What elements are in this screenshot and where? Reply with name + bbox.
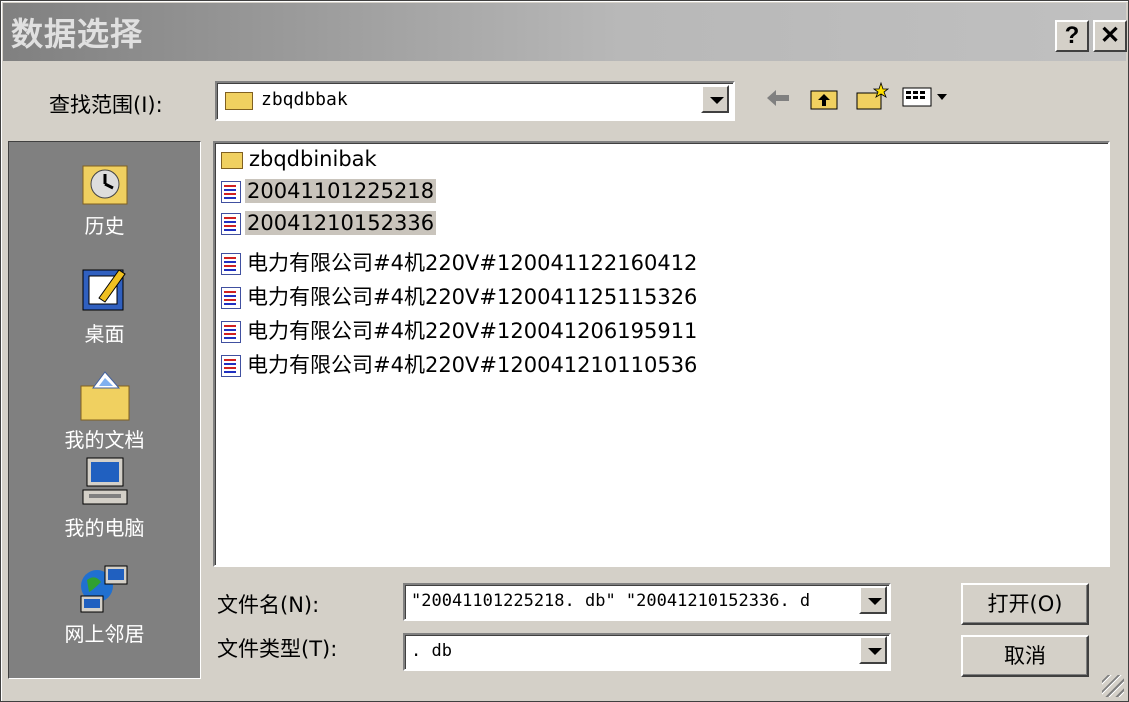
data-file-icon xyxy=(221,213,241,235)
look-in-label: 查找范围(I): xyxy=(49,93,163,117)
data-file-icon xyxy=(221,253,241,275)
file-name: zbqdbinibak xyxy=(249,147,377,171)
file-name-dropdown-button[interactable] xyxy=(859,586,887,614)
folder-up-icon[interactable] xyxy=(809,83,839,111)
place-my-computer-label: 我的电脑 xyxy=(64,516,145,540)
place-desktop[interactable]: 桌面 xyxy=(9,260,200,347)
history-icon xyxy=(75,152,135,210)
new-folder-icon[interactable] xyxy=(855,81,889,111)
list-item[interactable]: 电力有限公司#4机220V#120041206195911 xyxy=(221,315,699,343)
file-list[interactable]: zbqdbinibak 20041101225218 2004121015233… xyxy=(213,141,1110,567)
place-history[interactable]: 历史 xyxy=(9,152,200,239)
place-my-documents-label: 我的文档 xyxy=(64,428,145,452)
network-neighborhood-icon xyxy=(75,560,135,618)
list-item[interactable]: 20041101225218 xyxy=(221,179,437,207)
data-file-icon xyxy=(221,355,241,377)
data-file-icon xyxy=(221,181,241,203)
open-button[interactable]: 打开(O) xyxy=(961,583,1089,625)
folder-icon xyxy=(221,151,243,169)
place-network[interactable]: 网上邻居 xyxy=(9,560,200,647)
file-open-dialog: 数据选择 ? ✕ 查找范围(I): zbqdbbak 历史 桌面 我的文档 我的… xyxy=(0,0,1129,702)
data-file-icon xyxy=(221,287,241,309)
file-type-value: . db xyxy=(411,641,452,661)
my-documents-icon xyxy=(75,366,135,424)
desktop-icon xyxy=(75,260,135,318)
view-menu-icon[interactable] xyxy=(901,85,951,109)
file-name: 电力有限公司#4机220V#120041210110536 xyxy=(247,353,698,377)
my-computer-icon xyxy=(75,454,135,512)
place-network-label: 网上邻居 xyxy=(64,622,145,646)
place-my-computer[interactable]: 我的电脑 xyxy=(9,454,200,541)
help-button[interactable]: ? xyxy=(1055,20,1089,52)
file-type-label: 文件类型(T): xyxy=(217,637,338,661)
place-history-label: 历史 xyxy=(84,214,125,238)
file-name-label: 文件名(N): xyxy=(217,593,320,617)
place-desktop-label: 桌面 xyxy=(84,322,125,346)
file-name-combo[interactable]: "20041101225218. db" "20041210152336. d xyxy=(403,583,891,621)
back-arrow-icon[interactable] xyxy=(765,87,791,109)
place-my-documents[interactable]: 我的文档 xyxy=(9,366,200,453)
look-in-dropdown-button[interactable] xyxy=(701,85,729,113)
places-bar: 历史 桌面 我的文档 我的电脑 网上邻居 xyxy=(8,141,201,679)
folder-open-icon xyxy=(225,92,253,110)
file-type-dropdown-button[interactable] xyxy=(859,636,887,664)
file-name: 电力有限公司#4机220V#120041122160412 xyxy=(247,251,698,275)
list-item[interactable]: 20041210152336 xyxy=(221,211,437,239)
file-name: 20041210152336 xyxy=(245,211,437,235)
list-item[interactable]: 电力有限公司#4机220V#120041122160412 xyxy=(221,247,699,275)
look-in-combo[interactable]: zbqdbbak xyxy=(215,81,735,121)
file-type-combo[interactable]: . db xyxy=(403,633,891,671)
dialog-title: 数据选择 xyxy=(11,15,144,53)
file-name: 电力有限公司#4机220V#120041125115326 xyxy=(247,285,698,309)
list-item[interactable]: zbqdbinibak xyxy=(221,147,379,175)
data-file-icon xyxy=(221,321,241,343)
list-item[interactable]: 电力有限公司#4机220V#120041125115326 xyxy=(221,281,699,309)
resize-grip[interactable] xyxy=(1102,675,1124,697)
title-bar[interactable]: 数据选择 ? ✕ xyxy=(3,3,1127,61)
list-item[interactable]: 电力有限公司#4机220V#120041210110536 xyxy=(221,349,699,377)
close-button[interactable]: ✕ xyxy=(1093,20,1127,52)
file-name: 20041101225218 xyxy=(245,179,437,203)
file-name: 电力有限公司#4机220V#120041206195911 xyxy=(247,319,698,343)
cancel-button[interactable]: 取消 xyxy=(961,635,1089,677)
file-name-input[interactable]: "20041101225218. db" "20041210152336. d xyxy=(411,591,857,611)
look-in-value: zbqdbbak xyxy=(261,89,348,110)
